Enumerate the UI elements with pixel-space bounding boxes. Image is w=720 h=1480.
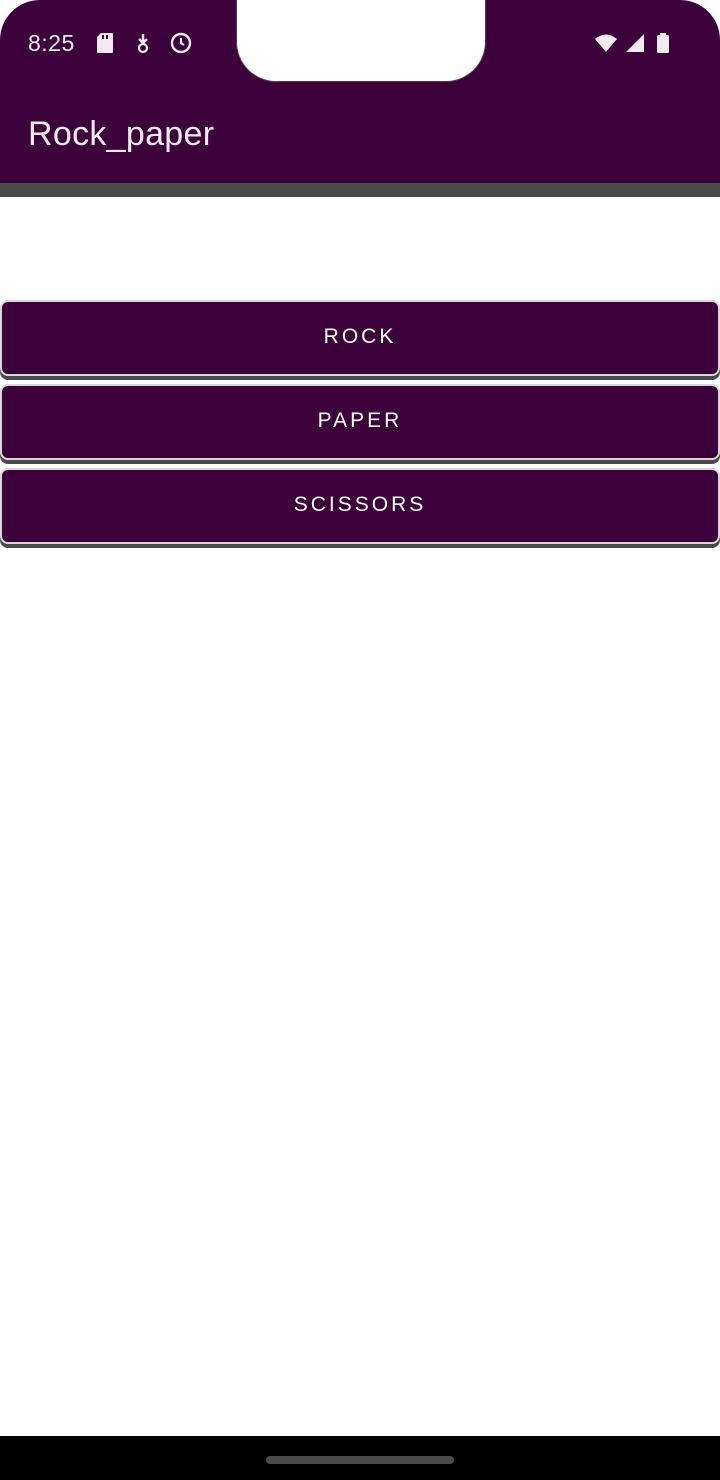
paper-button[interactable]: PAPER	[0, 384, 720, 460]
timer-icon	[170, 32, 192, 59]
sd-card-icon	[96, 32, 114, 59]
app-bar-shadow	[0, 183, 720, 197]
home-gesture-handle[interactable]	[266, 1456, 454, 1464]
camera-notch	[236, 0, 486, 82]
cell-signal-icon	[624, 32, 646, 59]
download-icon	[134, 32, 152, 59]
scissors-button[interactable]: SCISSORS	[0, 468, 720, 544]
rock-button[interactable]: ROCK	[0, 300, 720, 376]
app-title: Rock_paper	[28, 115, 215, 153]
wifi-icon	[594, 32, 618, 59]
battery-icon	[656, 32, 670, 59]
status-time: 8:25	[28, 30, 75, 56]
app-screen: 8:25 Rock_paper ROCK PAPER SCISSORS	[0, 0, 720, 1480]
